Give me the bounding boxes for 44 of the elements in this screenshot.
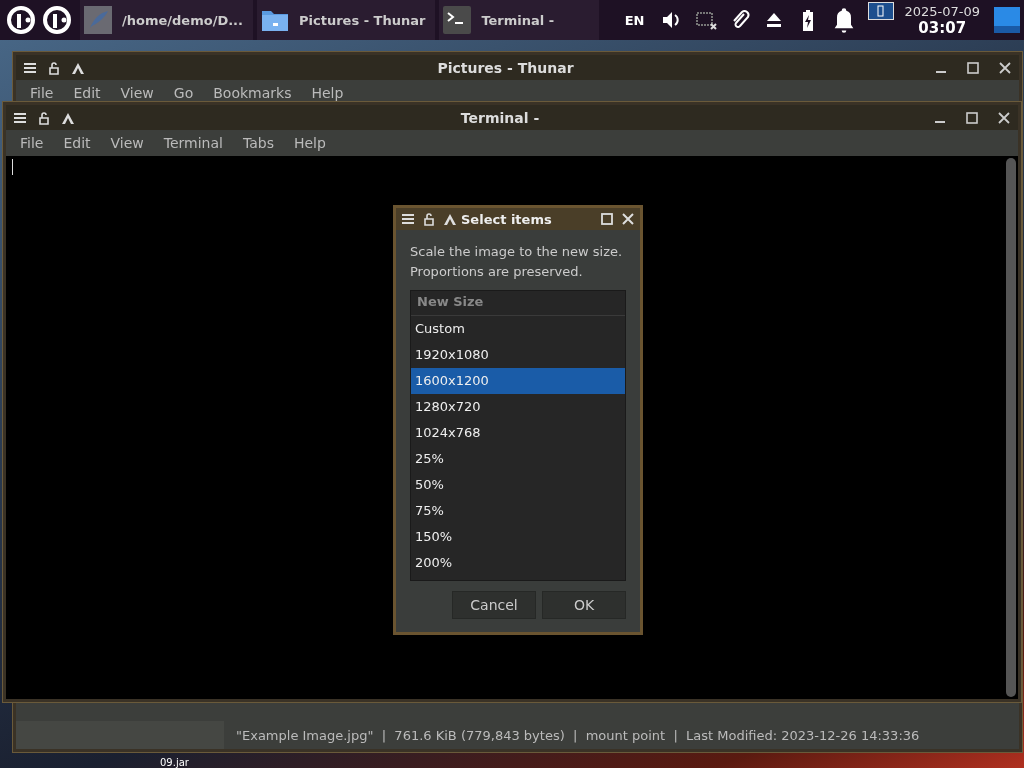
- window-title: Terminal -: [459, 109, 541, 126]
- menu-item[interactable]: Edit: [53, 135, 101, 151]
- dialog-button[interactable]: Cancel: [452, 591, 536, 619]
- app-menu-icon[interactable]: [42, 5, 72, 35]
- list-item[interactable]: 1280x720: [411, 394, 625, 420]
- dialog-button[interactable]: OK: [542, 591, 626, 619]
- scrollbar[interactable]: [1006, 158, 1016, 697]
- list-item[interactable]: 1600x1200: [411, 368, 625, 394]
- workspace-switcher-icon[interactable]: [868, 2, 895, 20]
- menu-item[interactable]: Tabs: [232, 135, 284, 151]
- list-item[interactable]: 25%: [411, 446, 625, 472]
- clock-time[interactable]: 03:07: [918, 18, 967, 37]
- quill-icon: [84, 6, 112, 34]
- menu-item[interactable]: Help: [301, 85, 354, 101]
- desktop-file-label[interactable]: 09.jar: [160, 757, 189, 768]
- list-item[interactable]: Custom: [411, 316, 625, 342]
- taskbar-button[interactable]: /home/demo/D...: [80, 0, 253, 40]
- menu-item[interactable]: Help: [283, 135, 336, 151]
- list-item[interactable]: 150%: [411, 524, 625, 550]
- list-item[interactable]: 1920x1080: [411, 342, 625, 368]
- taskbar-button[interactable]: Terminal -: [439, 0, 600, 40]
- menu-item[interactable]: Bookmarks: [203, 85, 302, 101]
- menu-item[interactable]: View: [100, 135, 154, 151]
- menu-item[interactable]: File: [10, 135, 54, 151]
- text-cursor: [12, 159, 13, 175]
- menu-item[interactable]: View: [110, 85, 164, 101]
- menu-item[interactable]: Edit: [63, 85, 111, 101]
- window-title: Pictures - Thunar: [436, 59, 575, 76]
- menu-item[interactable]: Terminal: [153, 135, 233, 151]
- column-header[interactable]: New Size: [411, 291, 625, 316]
- taskbar-button[interactable]: Pictures - Thunar: [257, 0, 436, 40]
- menu-item[interactable]: File: [20, 85, 64, 101]
- menu-item[interactable]: Go: [163, 85, 204, 101]
- dialog-message: Scale the image to the new size. Proportions are preserved.: [410, 243, 624, 281]
- list-item[interactable]: 75%: [411, 498, 625, 524]
- keyboard-layout[interactable]: EN: [624, 12, 645, 28]
- list-item[interactable]: 200%: [411, 550, 625, 576]
- app-menu-icon[interactable]: [6, 5, 36, 35]
- list-item[interactable]: 50%: [411, 472, 625, 498]
- status-bar-text: "Example Image.jpg" | 761.6 KiB (779,843 bytes) | mount point | Last Modified: 2023-12-26 14:33:36: [235, 727, 920, 743]
- terminal-icon: [443, 6, 472, 34]
- dialog-title: Select items: [461, 211, 553, 227]
- list-item[interactable]: 1024x768: [411, 420, 625, 446]
- clock-date[interactable]: 2025-07-09: [904, 3, 980, 19]
